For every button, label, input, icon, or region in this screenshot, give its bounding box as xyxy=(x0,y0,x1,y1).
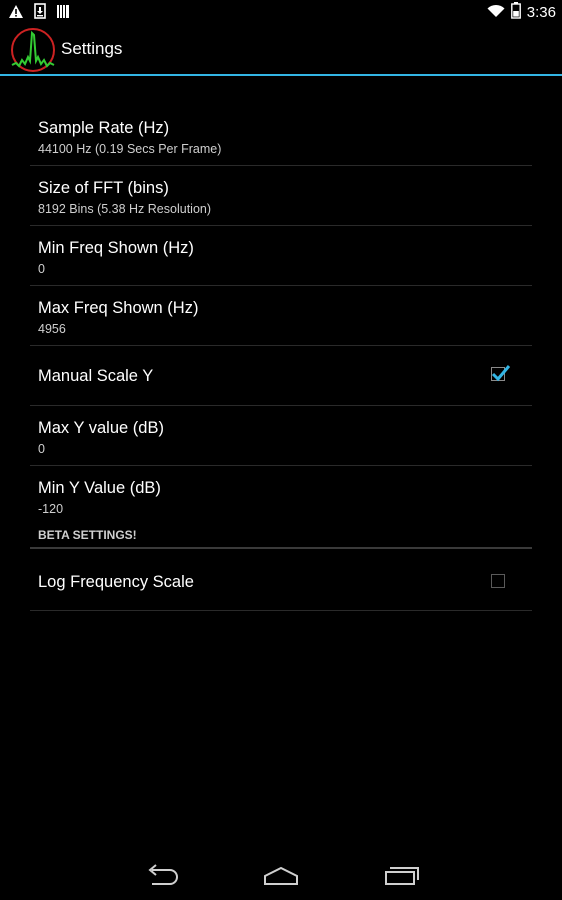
pref-fft-size[interactable]: Size of FFT (bins) 8192 Bins (5.38 Hz Re… xyxy=(30,166,532,226)
settings-screen: 3:36 Settings Sample Rate (Hz) 44100 Hz … xyxy=(0,0,562,900)
pref-title: Log Frequency Scale xyxy=(38,573,194,591)
pref-title: Max Freq Shown (Hz) xyxy=(38,299,199,317)
pref-summary: 4956 xyxy=(38,322,66,336)
back-icon[interactable] xyxy=(142,862,182,890)
navigation-bar xyxy=(0,852,562,900)
pref-title: Manual Scale Y xyxy=(38,367,154,385)
spectrum-app-icon[interactable] xyxy=(10,27,56,73)
pref-min-freq[interactable]: Min Freq Shown (Hz) 0 xyxy=(30,226,532,286)
pref-title: Min Y Value (dB) xyxy=(38,479,161,497)
pref-log-frequency-scale[interactable]: Log Frequency Scale xyxy=(30,549,532,611)
home-icon[interactable] xyxy=(261,862,301,890)
pref-title: Max Y value (dB) xyxy=(38,419,164,437)
log-frequency-scale-checkbox[interactable] xyxy=(491,574,505,588)
wifi-icon xyxy=(487,4,505,23)
manual-scale-y-checkbox[interactable] xyxy=(491,365,511,382)
pref-sample-rate[interactable]: Sample Rate (Hz) 44100 Hz (0.19 Secs Per… xyxy=(30,106,532,166)
category-beta-settings: BETA SETTINGS! xyxy=(30,518,532,549)
pref-max-y-value[interactable]: Max Y value (dB) 0 xyxy=(30,406,532,466)
recents-icon[interactable] xyxy=(382,862,422,890)
action-bar: Settings xyxy=(0,24,562,74)
pref-title: Min Freq Shown (Hz) xyxy=(38,239,194,257)
pref-summary: 0 xyxy=(38,442,45,456)
download-icon xyxy=(34,3,46,24)
warning-icon xyxy=(8,4,24,24)
status-time: 3:36 xyxy=(526,4,556,21)
preference-list: Sample Rate (Hz) 44100 Hz (0.19 Secs Per… xyxy=(30,106,532,611)
pref-manual-scale-y[interactable]: Manual Scale Y xyxy=(30,346,532,406)
pref-max-freq[interactable]: Max Freq Shown (Hz) 4956 xyxy=(30,286,532,346)
pref-min-y-value[interactable]: Min Y Value (dB) -120 xyxy=(30,466,532,526)
action-bar-divider xyxy=(0,74,562,76)
pref-summary: 0 xyxy=(38,262,45,276)
status-system: 3:36 xyxy=(487,2,556,24)
pref-title: Size of FFT (bins) xyxy=(38,179,169,197)
pref-summary: -120 xyxy=(38,502,64,516)
pref-summary: 8192 Bins (5.38 Hz Resolution) xyxy=(38,202,212,216)
page-title: Settings xyxy=(61,39,123,58)
status-notifications xyxy=(8,3,70,24)
status-bar: 3:36 xyxy=(0,0,562,24)
category-label: BETA SETTINGS! xyxy=(38,528,137,542)
pref-summary: 44100 Hz (0.19 Secs Per Frame) xyxy=(38,142,222,156)
battery-icon xyxy=(510,2,521,24)
pref-title: Sample Rate (Hz) xyxy=(38,119,170,137)
barcode-icon xyxy=(56,4,70,24)
checkmark-icon xyxy=(491,365,511,382)
